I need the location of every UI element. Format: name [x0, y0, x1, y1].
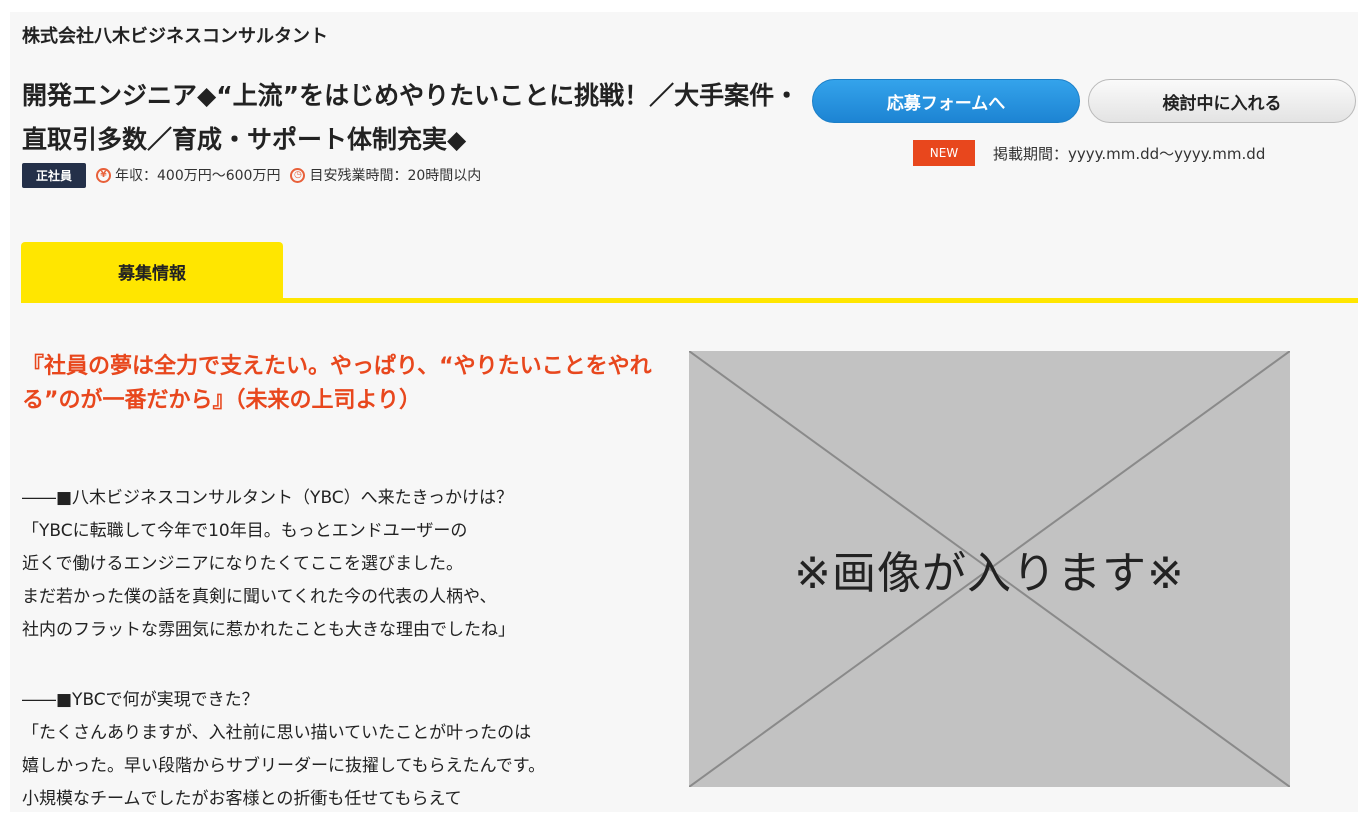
paragraph-line: 嬉しかった。早い段階からサブリーダーに抜擢してもらえたんです。 — [22, 756, 546, 776]
overtime-item: ◷ 目安残業時間：20時間以内 — [290, 165, 481, 185]
article-body: ――■八木ビジネスコンサルタント（YBC）へ来たきっかけは？ 「YBCに転職して… — [22, 482, 682, 816]
image-placeholder: ※画像が入ります※ — [689, 351, 1290, 787]
yen-icon: ¥ — [96, 167, 112, 183]
listing-period: 掲載期間：yyyy.mm.dd〜yyyy.mm.dd — [993, 145, 1266, 163]
apply-form-button[interactable]: 応募フォームへ — [812, 79, 1080, 123]
article-headline: 『社員の夢は全力で支えたい。やっぱり、“やりたいことをやれる”のが一番だから』（… — [22, 354, 652, 413]
job-detail-page: 株式会社八木ビジネスコンサルタント 開発エンジニア◆“上流”をはじめやりたいこと… — [10, 12, 1358, 812]
clock-icon: ◷ — [290, 167, 306, 183]
tab-underline — [21, 298, 1358, 303]
tab-recruitment-info[interactable]: 募集情報 — [21, 242, 283, 300]
employment-type-badge: 正社員 — [22, 162, 87, 188]
paragraph-line: 「YBCに転職して今年で10年目。もっとエンドユーザーの — [22, 521, 468, 541]
salary-item: ¥ 年収：400万円〜600万円 — [96, 165, 280, 185]
paragraph-line: 近くで働けるエンジニアになりたくてここを選びました。 — [22, 554, 463, 574]
job-meta-row: 正社員 ¥ 年収：400万円〜600万円 ◷ 目安残業時間：20時間以内 — [22, 162, 491, 188]
company-name: 株式会社八木ビジネスコンサルタント — [22, 26, 328, 47]
add-to-consideration-button[interactable]: 検討中に入れる — [1088, 79, 1356, 123]
paragraph-line: 社内のフラットな雰囲気に惹かれたことも大きな理由でしたね」 — [22, 620, 515, 640]
image-placeholder-label: ※画像が入ります※ — [794, 548, 1185, 599]
paragraph-line: 「たくさんありますが、入社前に思い描いていたことが叶ったのは — [22, 723, 532, 743]
job-title: 開発エンジニア◆“上流”をはじめやりたいことに挑戦！／大手案件・直取引多数／育成… — [22, 81, 800, 154]
paragraph-line: ――■YBCで何が実現できた？ — [22, 690, 259, 710]
new-badge: NEW — [913, 140, 975, 166]
overtime-text: 目安残業時間：20時間以内 — [309, 168, 482, 184]
salary-text: 年収：400万円〜600万円 — [115, 168, 281, 184]
paragraph-line: ――■八木ビジネスコンサルタント（YBC）へ来たきっかけは？ — [22, 488, 513, 508]
paragraph-line: まだ若かった僕の話を真剣に聞いてくれた今の代表の人柄や、 — [22, 587, 497, 607]
